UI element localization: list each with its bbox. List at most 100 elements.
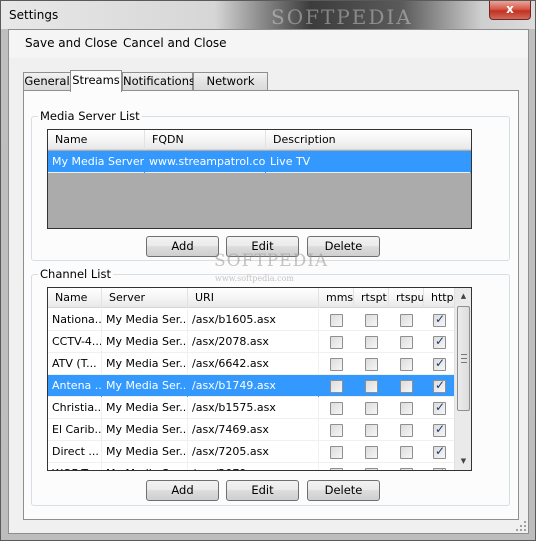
http-checkbox[interactable] xyxy=(433,466,446,470)
tab-label: Notifications xyxy=(123,74,195,88)
mms-checkbox[interactable] xyxy=(330,402,343,415)
tab-notifications[interactable]: Notifications xyxy=(122,72,195,91)
channel-uri-cell: /asx/2078.asx xyxy=(188,331,319,353)
channel-name-cell: ATV (T... xyxy=(48,353,102,375)
http-checkbox[interactable] xyxy=(433,334,446,349)
column-header-description[interactable]: Description xyxy=(266,130,471,150)
channel-delete-button[interactable]: Delete xyxy=(307,480,380,501)
channel-server-cell: My Media Ser... xyxy=(102,419,188,441)
rtspt-checkbox[interactable] xyxy=(365,402,378,415)
http-checkbox[interactable] xyxy=(433,356,446,371)
channel-edit-button[interactable]: Edit xyxy=(226,480,299,501)
rtspt-checkbox[interactable] xyxy=(365,424,378,437)
rtspu-checkbox[interactable] xyxy=(400,424,413,437)
client-area: Save and Close Cancel and Close General … xyxy=(8,29,529,534)
tab-streams[interactable]: Streams xyxy=(70,70,122,92)
rtspu-checkbox[interactable] xyxy=(400,380,413,393)
scroll-grip-icon xyxy=(461,354,467,363)
resize-grip-icon[interactable] xyxy=(515,520,527,532)
channel-uri-cell: /asx/2079.asx xyxy=(188,463,319,470)
rtspu-checkbox[interactable] xyxy=(400,402,413,415)
channel-server-cell: My Media Ser... xyxy=(102,463,188,470)
rtspu-checkbox[interactable] xyxy=(400,358,413,371)
channel-server-cell: My Media Ser... xyxy=(102,375,188,397)
column-header-http[interactable]: http xyxy=(424,288,456,308)
channel-uri-cell: /asx/b1575.asx xyxy=(188,397,319,419)
column-header-mms[interactable]: mms xyxy=(319,288,354,308)
channel-row[interactable]: Antena ... My Media Ser.../asx/b1749.asx xyxy=(48,375,456,397)
channel-row[interactable]: WOF T...My Media Ser.../asx/2079.asx xyxy=(48,463,456,470)
column-header-uri[interactable]: URI xyxy=(188,288,319,308)
mms-checkbox[interactable] xyxy=(330,424,343,437)
http-checkbox[interactable] xyxy=(433,444,446,459)
scroll-down-arrow-icon[interactable]: ▼ xyxy=(455,453,471,470)
server-name-cell: My Media Server xyxy=(48,151,145,173)
media-server-group-label: Media Server List xyxy=(38,109,142,123)
save-and-close-menu[interactable]: Save and Close xyxy=(23,36,119,50)
rtspt-checkbox[interactable] xyxy=(365,380,378,393)
media-server-edit-button[interactable]: Edit xyxy=(226,236,299,257)
channel-name-cell: WOF T... xyxy=(48,463,102,470)
http-checkbox[interactable] xyxy=(433,400,446,415)
http-checkbox[interactable] xyxy=(433,378,446,393)
column-header-server[interactable]: Server xyxy=(102,288,188,308)
media-server-add-button[interactable]: Add xyxy=(146,236,219,257)
mms-checkbox[interactable] xyxy=(330,446,343,459)
streams-tab-panel: Media Server List Name FQDN Description … xyxy=(23,90,519,520)
rtspu-checkbox[interactable] xyxy=(400,314,413,327)
channel-row[interactable]: CCTV-4... My Media Ser.../asx/2078.asx xyxy=(48,331,456,353)
mms-checkbox[interactable] xyxy=(330,336,343,349)
close-button[interactable]: x xyxy=(489,1,531,20)
scroll-thumb[interactable] xyxy=(457,306,470,411)
mms-checkbox[interactable] xyxy=(330,468,343,470)
mms-checkbox[interactable] xyxy=(330,380,343,393)
channel-name-cell: Antena ... xyxy=(48,375,102,397)
tab-network-test[interactable]: Network Test xyxy=(193,72,268,104)
channel-uri-cell: /asx/7205.asx xyxy=(188,441,319,463)
channel-name-cell: Nationa... xyxy=(48,309,102,331)
mms-checkbox[interactable] xyxy=(330,358,343,371)
channel-name-cell: Christia... xyxy=(48,397,102,419)
scroll-up-arrow-icon[interactable]: ▲ xyxy=(455,288,471,305)
column-header-name[interactable]: Name xyxy=(48,288,102,308)
media-server-header: Name FQDN Description xyxy=(48,130,471,150)
mms-checkbox[interactable] xyxy=(330,314,343,327)
rtspt-checkbox[interactable] xyxy=(365,468,378,470)
media-server-row[interactable]: My Media Server www.streampatrol.com Liv… xyxy=(48,151,471,173)
rtspt-checkbox[interactable] xyxy=(365,358,378,371)
column-header-fqdn[interactable]: FQDN xyxy=(145,130,266,150)
channel-list-scrollbar[interactable]: ▲ ▼ xyxy=(454,288,471,470)
channel-list-groupbox: Channel List Name Server URI mms rtspt r… xyxy=(31,267,510,506)
tab-label: Streams xyxy=(72,73,120,87)
rtspt-checkbox[interactable] xyxy=(365,336,378,349)
media-server-listview[interactable]: Name FQDN Description My Media Server ww… xyxy=(47,129,472,229)
channel-list-group-label: Channel List xyxy=(38,267,113,281)
http-checkbox[interactable] xyxy=(433,422,446,437)
column-header-rtspu[interactable]: rtspu xyxy=(389,288,424,308)
rtspt-checkbox[interactable] xyxy=(365,446,378,459)
close-icon: x xyxy=(506,2,514,16)
menu-bar: Save and Close Cancel and Close xyxy=(9,30,528,58)
http-checkbox[interactable] xyxy=(433,312,446,327)
rtspt-checkbox[interactable] xyxy=(365,314,378,327)
column-header-rtspt[interactable]: rtspt xyxy=(354,288,389,308)
media-server-delete-button[interactable]: Delete xyxy=(307,236,380,257)
channel-row[interactable]: Christia... My Media Ser.../asx/b1575.asx xyxy=(48,397,456,419)
column-header-name[interactable]: Name xyxy=(48,130,145,150)
channel-add-button[interactable]: Add xyxy=(146,480,219,501)
rtspu-checkbox[interactable] xyxy=(400,446,413,459)
tab-general[interactable]: General xyxy=(23,72,71,91)
channel-row[interactable]: ATV (T... My Media Ser.../asx/6642.asx xyxy=(48,353,456,375)
channel-list-header: Name Server URI mms rtspt rtspu http xyxy=(48,288,454,308)
channel-server-cell: My Media Ser... xyxy=(102,309,188,331)
rtspu-checkbox[interactable] xyxy=(400,336,413,349)
channel-server-cell: My Media Ser... xyxy=(102,397,188,419)
channel-row[interactable]: Nationa... My Media Ser.../asx/b1605.asx xyxy=(48,309,456,331)
channel-listview[interactable]: Name Server URI mms rtspt rtspu http Nat… xyxy=(47,287,472,471)
channel-name-cell: Direct ... xyxy=(48,441,102,463)
cancel-and-close-menu[interactable]: Cancel and Close xyxy=(121,36,229,50)
rtspu-checkbox[interactable] xyxy=(400,468,413,470)
channel-row[interactable]: El Carib... My Media Ser.../asx/7469.asx xyxy=(48,419,456,441)
channel-row[interactable]: Direct ... My Media Ser.../asx/7205.asx xyxy=(48,441,456,463)
title-bar[interactable]: Settings SOFTPEDIA x xyxy=(1,1,535,29)
